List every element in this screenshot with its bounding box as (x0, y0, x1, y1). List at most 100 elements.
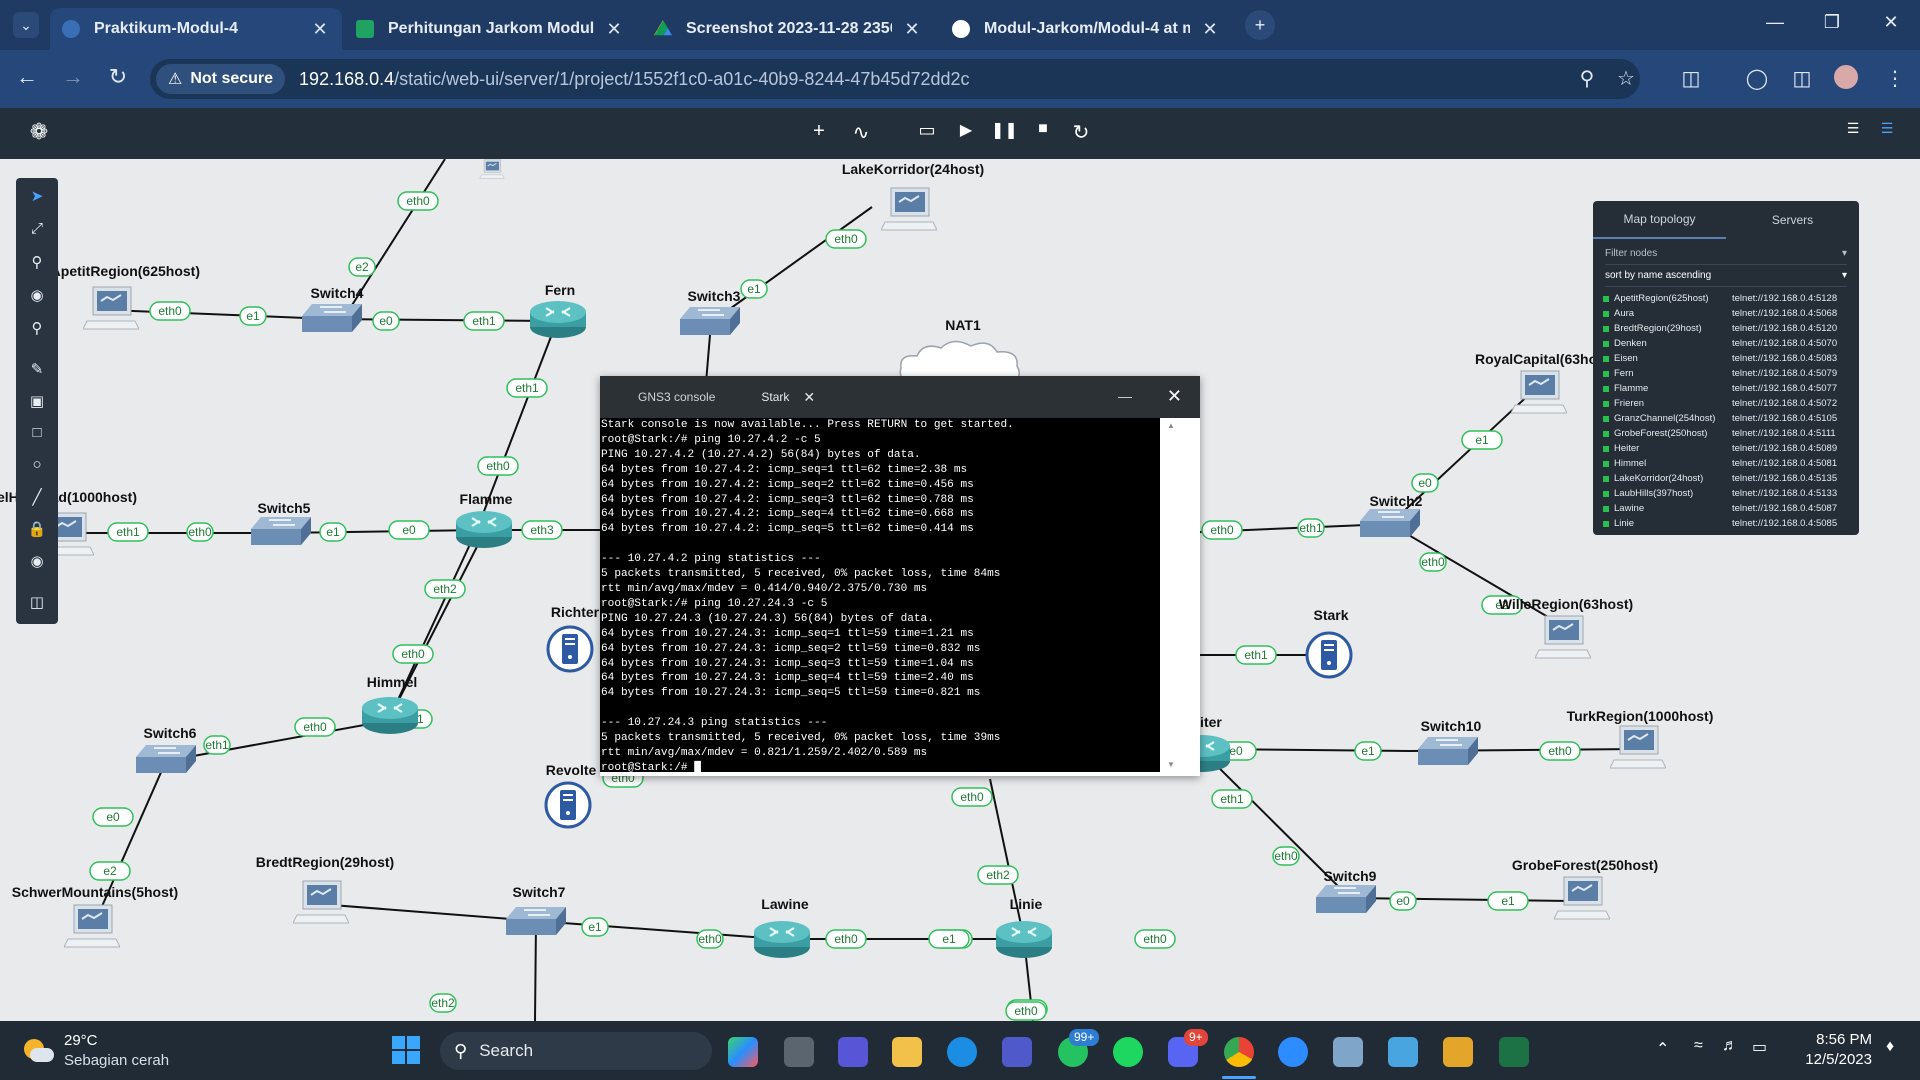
sort-select[interactable]: sort by name ascending ▾ (1605, 265, 1847, 287)
switch-node-switch3[interactable] (680, 306, 740, 336)
console-all-toggle-icon[interactable]: ◫ (16, 593, 58, 611)
node-console-address[interactable]: telnet://192.168.0.4:5087 (1732, 503, 1837, 514)
node-console-address[interactable]: telnet://192.168.0.4:5083 (1732, 353, 1837, 364)
screenshot-camera-icon[interactable]: ◉ (16, 552, 58, 570)
security-chip[interactable]: ⚠ Not secure (156, 64, 286, 94)
chevron-up-icon[interactable]: ⌃ (1656, 1039, 1669, 1059)
pc-node-turk[interactable] (1610, 725, 1666, 769)
pc-node-top[interactable] (478, 159, 506, 180)
reload-button[interactable]: ↻ (103, 64, 133, 90)
node-console-address[interactable]: telnet://192.168.0.4:5085 (1732, 518, 1837, 529)
close-icon[interactable]: ✕ (1200, 19, 1220, 40)
close-icon[interactable]: ✕ (902, 19, 922, 40)
close-icon[interactable]: ✕ (803, 389, 815, 406)
node-list-row[interactable]: Heiter telnet://192.168.0.4:5089 (1593, 441, 1859, 456)
close-icon[interactable]: ✕ (1167, 386, 1182, 407)
tab-github[interactable]: Modul-Jarkom/Modul-4 at ma ✕ (940, 8, 1232, 50)
reload-all-icon[interactable]: ↻ (1068, 120, 1094, 145)
router-node-lawine[interactable] (753, 919, 811, 959)
url-field[interactable]: ⚠ Not secure 192.168.0.4/static/web-ui/s… (150, 59, 1640, 99)
router-node-linie[interactable] (995, 919, 1053, 959)
node-list-row[interactable]: GrobeForest(250host) telnet://192.168.0.4… (1593, 426, 1859, 441)
node-list-row[interactable]: Fern telnet://192.168.0.4:5079 (1593, 366, 1859, 381)
node-console-address[interactable]: telnet://192.168.0.4:5068 (1732, 308, 1837, 319)
zoom-out-icon[interactable]: ⚲ (16, 319, 58, 337)
node-list-row[interactable]: LakeKorridor(24host) telnet://192.168.0.4… (1593, 471, 1859, 486)
node-list-row[interactable]: Flamme telnet://192.168.0.4:5077 (1593, 381, 1859, 396)
router-node-flamme[interactable] (455, 509, 513, 549)
chrome-icon[interactable] (1224, 1037, 1254, 1067)
back-button[interactable]: ← (12, 64, 42, 90)
console-terminal[interactable]: Stark console is now available... Press … (600, 418, 1160, 772)
router-node-fern[interactable] (529, 299, 587, 339)
link-mode-icon[interactable]: ∿ (848, 120, 874, 145)
node-console-address[interactable]: telnet://192.168.0.4:5128 (1732, 293, 1837, 304)
bookmark-star-icon[interactable]: ☆ (1613, 66, 1639, 91)
draw-pencil-icon[interactable]: ✎ (16, 360, 58, 378)
draw-line-icon[interactable]: ╱ (16, 488, 58, 506)
minimize-button[interactable]: — (1763, 12, 1787, 33)
stop-all-icon[interactable]: ■ (1030, 120, 1056, 138)
pc-node-wille[interactable] (1535, 615, 1591, 659)
task-view-icon[interactable] (784, 1037, 814, 1067)
node-console-address[interactable]: telnet://192.168.0.4:5105 (1732, 413, 1837, 424)
node-list-row[interactable]: Linie telnet://192.168.0.4:5085 (1593, 516, 1859, 531)
tab-drive[interactable]: Screenshot 2023-11-28 235649 ✕ (642, 8, 934, 50)
battery-icon[interactable]: ▭ (1752, 1037, 1767, 1057)
scroll-down-icon[interactable]: ▼ (1167, 760, 1175, 769)
console-scrollbar[interactable]: ▲ ▼ (1160, 418, 1182, 772)
server-node-revolte[interactable] (544, 781, 592, 829)
start-all-icon[interactable]: ▶ (953, 120, 979, 140)
switch-node-switch6[interactable] (136, 744, 196, 774)
teams-icon[interactable] (1002, 1037, 1032, 1067)
list-view-icon[interactable]: ☰ (1840, 120, 1866, 137)
close-icon[interactable]: ✕ (310, 19, 330, 40)
switch-node-switch4[interactable] (302, 303, 362, 333)
pc-node-grobe[interactable] (1554, 876, 1610, 920)
select-arrow-icon[interactable]: ➤ (16, 187, 58, 205)
wifi-icon[interactable]: ≈ (1694, 1037, 1703, 1055)
window-close-button[interactable]: ✕ (1879, 12, 1903, 33)
draw-ellipse-icon[interactable]: ○ (16, 456, 58, 473)
switch-node-switch7[interactable] (506, 906, 566, 936)
tab-search-button[interactable]: ⌄ (13, 12, 39, 38)
side-panel-icon[interactable]: ◫ (1789, 66, 1815, 91)
draw-rectangle-icon[interactable]: □ (16, 424, 58, 441)
zoom-icon[interactable] (1278, 1037, 1308, 1067)
volume-icon[interactable]: ♬ (1722, 1037, 1738, 1055)
extensions-icon[interactable]: ◫ (1678, 66, 1704, 91)
server-node-richter[interactable] (546, 625, 594, 673)
clock-time[interactable]: 8:56 PM (1794, 1031, 1872, 1048)
switch-node-switch9[interactable] (1316, 884, 1376, 914)
insert-image-icon[interactable]: ▣ (16, 392, 58, 410)
node-list-row[interactable]: ApetitRegion(625host) telnet://192.168.0.… (1593, 291, 1859, 306)
add-node-button[interactable]: + (806, 120, 832, 143)
lock-icon[interactable]: 🔒 (16, 520, 58, 538)
node-list-row[interactable]: Denken telnet://192.168.0.4:5070 (1593, 336, 1859, 351)
node-list-row[interactable]: GranzChannel(254host) telnet://192.168.0.… (1593, 411, 1859, 426)
node-list-row[interactable]: Eisen telnet://192.168.0.4:5083 (1593, 351, 1859, 366)
notification-bell-icon[interactable]: ♦ (1886, 1038, 1894, 1056)
weather-icon[interactable] (20, 1035, 54, 1065)
virtualbox-icon[interactable] (1333, 1037, 1363, 1067)
node-list-row[interactable]: Himmel telnet://192.168.0.4:5081 (1593, 456, 1859, 471)
tab-servers[interactable]: Servers (1726, 201, 1859, 239)
windows-start-icon[interactable] (392, 1036, 420, 1064)
node-console-address[interactable]: telnet://192.168.0.4:5072 (1732, 398, 1837, 409)
pc-node-schwer[interactable] (64, 904, 120, 948)
restore-button[interactable]: ❐ (1820, 12, 1844, 33)
pc-node-bredt[interactable] (293, 880, 349, 924)
node-console-address[interactable]: telnet://192.168.0.4:5070 (1732, 338, 1837, 349)
file-explorer-icon[interactable] (892, 1037, 922, 1067)
console-tab-stark[interactable]: Stark ✕ (737, 376, 821, 418)
node-list-row[interactable]: Aura telnet://192.168.0.4:5068 (1593, 306, 1859, 321)
router-node-himmel[interactable] (361, 695, 419, 735)
minimize-icon[interactable]: — (1118, 388, 1132, 404)
notepad-icon[interactable] (1388, 1037, 1418, 1067)
forward-button[interactable]: → (58, 64, 88, 90)
tab-sheets[interactable]: Perhitungan Jarkom Modul 4 D ✕ (344, 8, 636, 50)
node-console-address[interactable]: telnet://192.168.0.4:5111 (1732, 428, 1836, 439)
tab-map-topology[interactable]: Map topology (1593, 201, 1726, 239)
pc-node-royalcapital[interactable] (1511, 370, 1567, 414)
node-list-row[interactable]: LaubHills(397host) telnet://192.168.0.4:5… (1593, 486, 1859, 501)
